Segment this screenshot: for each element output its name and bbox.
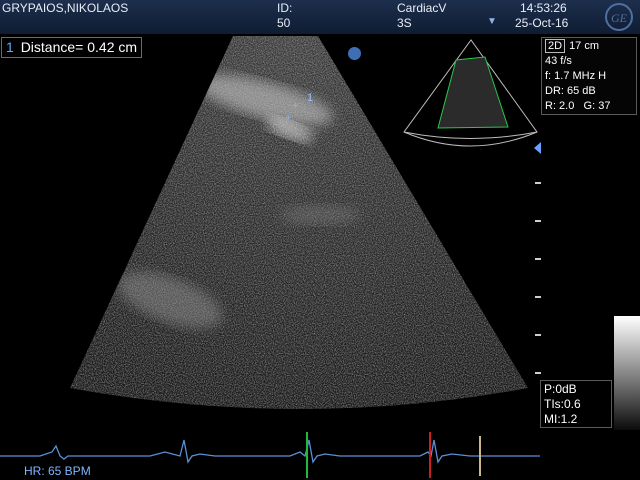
id-value: 50 <box>277 16 291 30</box>
svg-text:+: + <box>285 112 291 124</box>
date: 25-Oct-16 <box>515 16 569 30</box>
power-output: P:0dB <box>544 382 577 396</box>
imaging-parameters: 2D 17 cm 43 f/s f: 1.7 MHz H DR: 65 dB R:… <box>541 37 637 115</box>
id-label: ID: <box>277 1 293 15</box>
ge-logo-icon: GE <box>605 3 633 31</box>
header-bar: GRYPAIOS,NIKOLAOS ID: 50 CardiacV 3S ▼ 1… <box>0 0 640 34</box>
svg-text:GE: GE <box>611 11 628 25</box>
depth-tick <box>535 296 541 298</box>
time: 14:53:26 <box>520 1 567 15</box>
gain-value: G: 37 <box>583 100 611 112</box>
focus-marker-icon[interactable] <box>534 142 541 154</box>
measurement-value: 0.42 cm <box>87 39 138 55</box>
depth-tick <box>535 258 541 260</box>
frame-rate: 43 f/s <box>545 55 572 67</box>
svg-text:+: + <box>292 100 298 112</box>
measurement-label: Distance= <box>20 39 84 55</box>
grayscale-bar <box>614 316 640 430</box>
orientation-marker-icon <box>348 47 361 60</box>
probe-dropdown-icon[interactable]: ▼ <box>487 16 497 27</box>
frequency: f: 1.7 MHz H <box>545 70 607 82</box>
dynamic-range: DR: 65 dB <box>545 85 596 97</box>
heart-rate: HR: 65 BPM <box>24 464 91 478</box>
depth-value: 17 cm <box>569 40 600 52</box>
reject-value: R: 2.0 <box>545 100 575 112</box>
measurement-result[interactable]: 1 Distance= 0.42 cm <box>1 37 143 58</box>
depth-tick <box>535 182 541 184</box>
probe-name[interactable]: 3S <box>397 16 412 30</box>
thumbnail-sector <box>403 39 538 147</box>
tis-value: TIs:0.6 <box>544 397 581 411</box>
preset-name[interactable]: CardiacV <box>397 1 446 15</box>
depth-tick <box>535 334 541 336</box>
ecg-trace <box>0 439 540 464</box>
patient-name: GRYPAIOS,NIKOLAOS <box>2 1 129 15</box>
mode-indicator: 2D <box>545 39 566 53</box>
mi-value: MI:1.2 <box>544 412 578 426</box>
depth-tick <box>535 372 541 374</box>
depth-tick <box>535 220 541 222</box>
measurement-index: 1 <box>6 39 14 55</box>
power-indices: P:0dB TIs:0.6 MI:1.2 <box>540 380 612 428</box>
caliper-label: 1 <box>307 92 313 104</box>
